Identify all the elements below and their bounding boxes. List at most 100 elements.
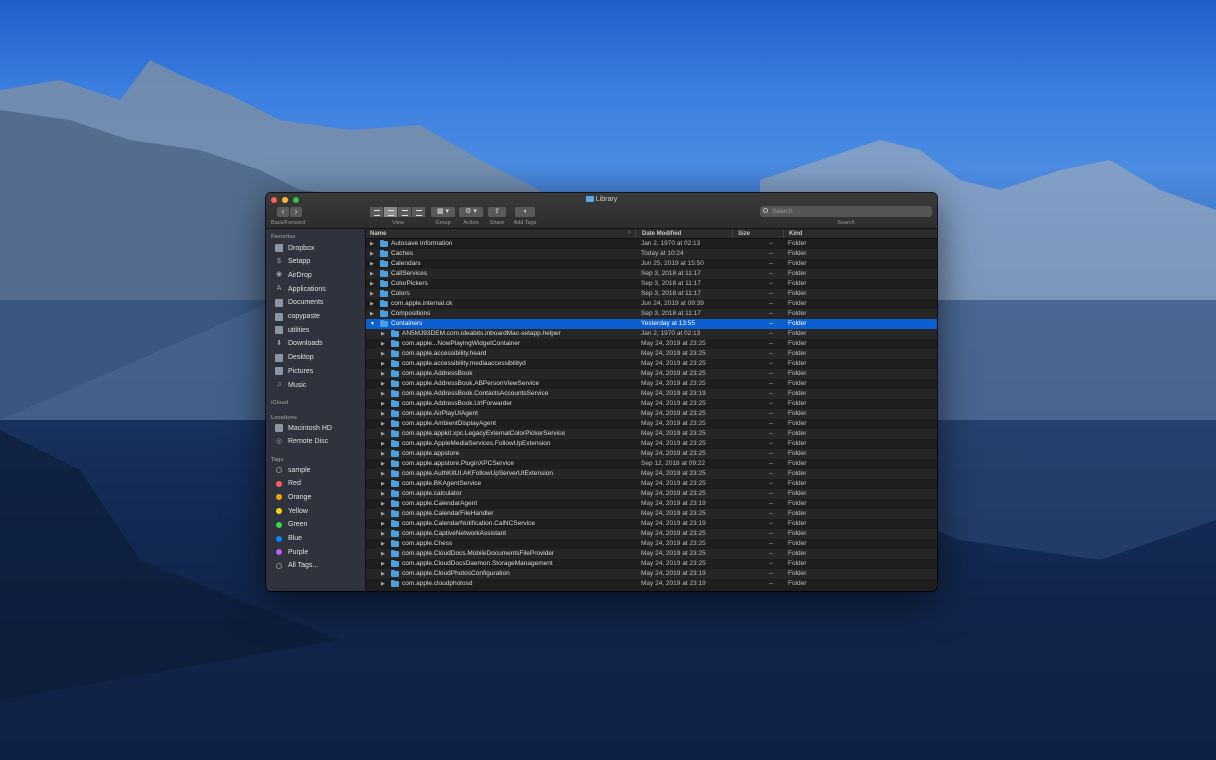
table-row[interactable]: ▶ com.apple.CloudPhotosConfiguration May 2… bbox=[366, 569, 937, 579]
list-view-button[interactable] bbox=[384, 207, 398, 217]
disclosure-triangle-icon[interactable]: ▶ bbox=[381, 399, 385, 409]
table-row[interactable]: ▶ com.apple.accessibility.mediaaccessibil… bbox=[366, 359, 937, 369]
sidebar-item-desktop[interactable]: Desktop bbox=[275, 352, 314, 364]
gallery-view-button[interactable] bbox=[412, 207, 426, 217]
sidebar-tag-red[interactable]: Red bbox=[275, 478, 301, 490]
disclosure-triangle-icon[interactable]: ▶ bbox=[381, 339, 385, 349]
column-view-button[interactable] bbox=[398, 207, 412, 217]
disclosure-triangle-icon[interactable]: ▶ bbox=[370, 289, 374, 299]
sidebar-item-downloads[interactable]: ⬇ Downloads bbox=[275, 338, 323, 350]
disclosure-triangle-icon[interactable]: ▶ bbox=[381, 409, 385, 419]
disclosure-triangle-icon[interactable]: ▶ bbox=[381, 549, 385, 559]
table-row[interactable]: ▶ com.apple.AddressBook.ContactsAccountsS… bbox=[366, 389, 937, 399]
icon-view-button[interactable] bbox=[370, 207, 384, 217]
table-row[interactable]: ▶ com.apple.AuthKitUI.AKFollowUpServerUIE… bbox=[366, 469, 937, 479]
table-row[interactable]: ▶ com.apple.CalendarNotification.CalNCSer… bbox=[366, 519, 937, 529]
disclosure-triangle-icon[interactable]: ▶ bbox=[381, 359, 385, 369]
table-row[interactable]: ▶ com.apple.accessibility.heard May 24, 20… bbox=[366, 349, 937, 359]
disclosure-triangle-icon[interactable]: ▶ bbox=[370, 269, 374, 279]
table-row[interactable]: ▶ CallServices Sep 3, 2018 at 11:17 -- Folde… bbox=[366, 269, 937, 279]
sidebar-item-pictures[interactable]: Pictures bbox=[275, 365, 313, 377]
disclosure-triangle-icon[interactable]: ▶ bbox=[381, 529, 385, 539]
table-row[interactable]: ▶ com.apple.AddressBook.UrlForwarder May 2… bbox=[366, 399, 937, 409]
table-row[interactable]: ▶ Compositions Sep 3, 2018 at 11:17 -- Folde… bbox=[366, 309, 937, 319]
table-row[interactable]: ▶ com.apple.BKAgentService May 24, 2019 at… bbox=[366, 479, 937, 489]
disclosure-triangle-icon[interactable]: ▶ bbox=[370, 279, 374, 289]
sidebar-item-remote-disc[interactable]: ◎ Remote Disc bbox=[275, 436, 328, 448]
disclosure-triangle-icon[interactable]: ▶ bbox=[381, 419, 385, 429]
sidebar-item-applications[interactable]: A Applications bbox=[275, 283, 326, 295]
disclosure-triangle-icon[interactable]: ▶ bbox=[381, 329, 385, 339]
table-row[interactable]: ▶ com.apple.calculator May 24, 2019 at 23:… bbox=[366, 489, 937, 499]
disclosure-triangle-icon[interactable]: ▶ bbox=[370, 299, 374, 309]
disclosure-triangle-icon[interactable]: ▶ bbox=[381, 459, 385, 469]
sidebar-tag-yellow[interactable]: Yellow bbox=[275, 505, 308, 517]
disclosure-triangle-icon[interactable]: ▶ bbox=[370, 249, 374, 259]
table-row[interactable]: ▶ Calendars Jun 25, 2019 at 15:50 -- Folder bbox=[366, 259, 937, 269]
disclosure-triangle-icon[interactable]: ▶ bbox=[381, 429, 385, 439]
disclosure-triangle-icon[interactable]: ▶ bbox=[381, 379, 385, 389]
table-row[interactable]: ▼ Containers Yesterday at 13:55 -- Folder bbox=[366, 319, 937, 329]
disclosure-triangle-icon[interactable]: ▼ bbox=[370, 319, 375, 329]
table-row[interactable]: ▶ com.apple.AmbientDisplayAgent May 24, 20… bbox=[366, 419, 937, 429]
table-row[interactable]: ▶ AN5MJ93DEM.com.ideabits.inboardMac-seta… bbox=[366, 329, 937, 339]
table-row[interactable]: ▶ com.apple.CalendarAgent May 24, 2019 at … bbox=[366, 499, 937, 509]
disclosure-triangle-icon[interactable]: ▶ bbox=[370, 239, 374, 249]
table-row[interactable]: ▶ com.apple.CloudDocs.MobileDocumentsFile… bbox=[366, 549, 937, 559]
table-row[interactable]: ▶ com.apple.Chess May 24, 2019 at 23:25 -- F… bbox=[366, 539, 937, 549]
disclosure-triangle-icon[interactable]: ▶ bbox=[381, 389, 385, 399]
sidebar-tag-all-tags[interactable]: All Tags... bbox=[275, 560, 318, 572]
table-row[interactable]: ▶ com.apple.appkit.xpc.LegacyExternalColo… bbox=[366, 429, 937, 439]
sidebar-item-macintosh-hd[interactable]: Macintosh HD bbox=[275, 422, 332, 434]
sidebar-item-copypaste[interactable]: copypaste bbox=[275, 311, 320, 323]
sidebar-tag-sample[interactable]: sample bbox=[275, 464, 311, 476]
table-row[interactable]: ▶ ColorPickers Sep 3, 2018 at 11:17 -- Folde… bbox=[366, 279, 937, 289]
disclosure-triangle-icon[interactable]: ▶ bbox=[381, 489, 385, 499]
table-row[interactable]: ▶ com.apple.CaptiveNetworkAssistant May 24… bbox=[366, 529, 937, 539]
table-row[interactable]: ▶ com.apple.AirPlayUIAgent May 24, 2019 at… bbox=[366, 409, 937, 419]
forward-button[interactable]: › bbox=[290, 207, 302, 217]
table-row[interactable]: ▶ com.apple.CalendarFileHandler May 24, 20… bbox=[366, 509, 937, 519]
back-button[interactable]: ‹ bbox=[277, 207, 289, 217]
add-tags-button[interactable]: ◖ bbox=[515, 207, 535, 217]
disclosure-triangle-icon[interactable]: ▶ bbox=[381, 439, 385, 449]
action-button[interactable]: ⚙ ▾ bbox=[459, 207, 483, 217]
sidebar-item-documents[interactable]: Documents bbox=[275, 297, 323, 309]
disclosure-triangle-icon[interactable]: ▶ bbox=[381, 569, 385, 579]
disclosure-triangle-icon[interactable]: ▶ bbox=[370, 309, 374, 319]
disclosure-triangle-icon[interactable]: ▶ bbox=[381, 559, 385, 569]
sidebar-item-airdrop[interactable]: ◉ AirDrop bbox=[275, 269, 312, 281]
share-button[interactable]: ⇪ bbox=[488, 207, 506, 217]
column-size[interactable]: Size bbox=[738, 231, 750, 237]
disclosure-triangle-icon[interactable]: ▶ bbox=[381, 499, 385, 509]
search-field[interactable]: Search bbox=[760, 206, 932, 217]
sidebar-item-setapp[interactable]: $ Setapp bbox=[275, 256, 310, 268]
sidebar-tag-green[interactable]: Green bbox=[275, 519, 307, 531]
table-row[interactable]: ▶ Caches Today at 10:24 -- Folder bbox=[366, 249, 937, 259]
disclosure-triangle-icon[interactable]: ▶ bbox=[381, 369, 385, 379]
sidebar-item-music[interactable]: ♫ Music bbox=[275, 379, 306, 391]
table-row[interactable]: ▶ Autosave Information Jan 2, 1970 at 02:1… bbox=[366, 239, 937, 249]
disclosure-triangle-icon[interactable]: ▶ bbox=[381, 509, 385, 519]
table-row[interactable]: ▶ com.apple.appstore.PluginXPCService Sep … bbox=[366, 459, 937, 469]
sidebar-tag-blue[interactable]: Blue bbox=[275, 533, 302, 545]
table-row[interactable]: ▶ com.apple.CloudDocsDaemon.StorageManage… bbox=[366, 559, 937, 569]
column-kind[interactable]: Kind bbox=[789, 231, 802, 237]
group-button[interactable]: ▦ ▾ bbox=[431, 207, 455, 217]
table-row[interactable]: ▶ com.apple.appstore May 24, 2019 at 23:25… bbox=[366, 449, 937, 459]
table-row[interactable]: ▶ com.apple.AddressBook May 24, 2019 at 23… bbox=[366, 369, 937, 379]
disclosure-triangle-icon[interactable]: ▶ bbox=[381, 469, 385, 479]
table-row[interactable]: ▶ com.apple.AddressBook.ABPersonViewServi… bbox=[366, 379, 937, 389]
sidebar-tag-purple[interactable]: Purple bbox=[275, 546, 308, 558]
disclosure-triangle-icon[interactable]: ▶ bbox=[381, 579, 385, 589]
disclosure-triangle-icon[interactable]: ▶ bbox=[381, 479, 385, 489]
table-row[interactable]: ▶ com.apple...NowPlayingWidgetContainer Ma… bbox=[366, 339, 937, 349]
column-date-modified[interactable]: Date Modified bbox=[642, 231, 681, 237]
disclosure-triangle-icon[interactable]: ▶ bbox=[381, 449, 385, 459]
sidebar-item-dropbox[interactable]: Dropbox bbox=[275, 242, 314, 254]
table-row[interactable]: ▶ com.apple.cloudphotosd May 24, 2019 at 2… bbox=[366, 579, 937, 589]
column-name[interactable]: Name bbox=[370, 231, 386, 237]
disclosure-triangle-icon[interactable]: ▶ bbox=[381, 539, 385, 549]
sidebar-tag-orange[interactable]: Orange bbox=[275, 491, 311, 503]
table-row[interactable]: ▶ com.apple.internal.ck Jun 24, 2019 at 09… bbox=[366, 299, 937, 309]
